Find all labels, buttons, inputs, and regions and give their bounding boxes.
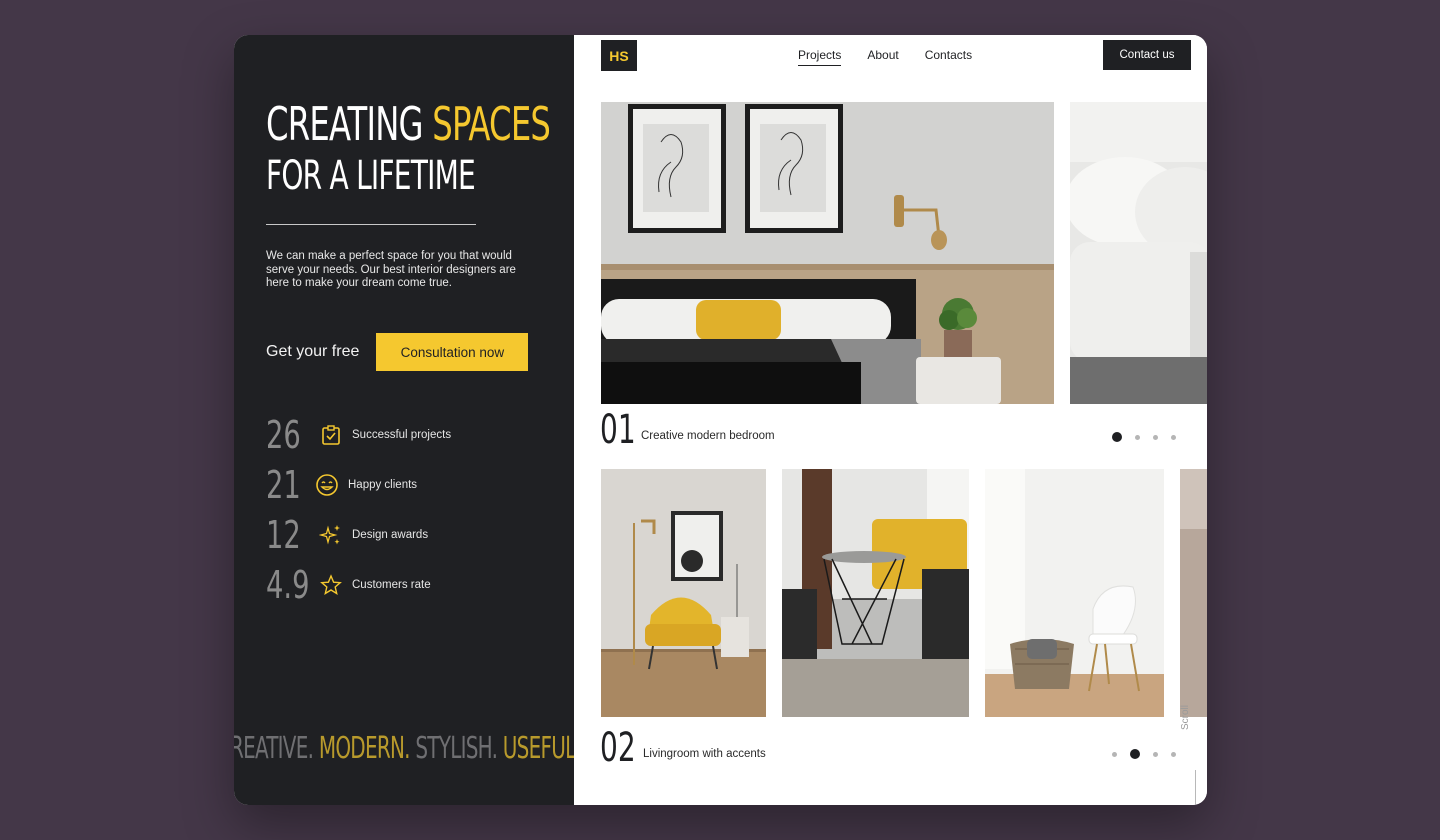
consultation-button[interactable]: Consultation now [376, 333, 529, 371]
tagline-word: USEFUL. [502, 731, 574, 766]
carousel-dot[interactable] [1153, 751, 1158, 757]
stat-value: 12 [266, 513, 301, 557]
project-number: 01 [600, 407, 636, 453]
stat-label: Happy clients [348, 479, 418, 491]
carousel-dot[interactable] [1171, 434, 1176, 440]
stat-value: 21 [266, 463, 301, 507]
cta-text: Get your free [266, 343, 360, 360]
scroll-indicator-line [1195, 770, 1196, 805]
stat-value: 26 [266, 413, 301, 457]
contact-us-button[interactable]: Contact us [1103, 40, 1191, 70]
hero-panel: CREATING SPACES FOR A LIFETIME We can ma… [234, 35, 574, 805]
stat-label: Customers rate [352, 579, 431, 591]
tagline-word: MODERN. [318, 731, 411, 766]
scroll-indicator-label[interactable]: Scroll [1180, 705, 1191, 730]
stat-label: Successful projects [352, 429, 452, 441]
carousel-dot[interactable] [1130, 749, 1140, 759]
carousel-dots-1 [1112, 432, 1189, 442]
headline-word-spaces: SPACES [432, 97, 551, 151]
project-number: 02 [600, 725, 636, 771]
project-image-white-chair[interactable] [985, 469, 1164, 717]
carousel-dot[interactable] [1171, 751, 1176, 757]
project-image-coffee-table[interactable] [782, 469, 969, 717]
stat-label: Design awards [352, 529, 429, 541]
carousel-dot[interactable] [1135, 434, 1140, 440]
nav-about[interactable]: About [867, 48, 898, 66]
hero-divider [266, 224, 476, 225]
main-nav: Projects About Contacts [798, 48, 998, 66]
carousel-dot[interactable] [1112, 432, 1122, 442]
cta-row: Get your free Consultation now [266, 333, 529, 371]
tagline-word: STYLISH. [415, 731, 498, 766]
project-title: Creative modern bedroom [641, 430, 775, 442]
project-image-bedroom[interactable] [601, 102, 1054, 404]
project-image-partial[interactable] [1180, 469, 1207, 717]
tagline-marquee: REATIVE. MODERN. STYLISH. USEFUL. [234, 731, 574, 766]
star-icon [318, 572, 344, 598]
carousel-dots-2 [1112, 749, 1189, 759]
clipboard-check-icon [318, 422, 344, 448]
carousel-dot[interactable] [1153, 434, 1158, 440]
stat-design-awards: 12 Design awards [266, 510, 526, 560]
stat-happy-clients: 21 Happy clients [266, 460, 526, 510]
logo[interactable]: HS [601, 40, 637, 71]
nav-projects[interactable]: Projects [798, 48, 842, 66]
nav-contacts[interactable]: Contacts [925, 48, 972, 66]
project-image-sofa[interactable] [1070, 102, 1207, 404]
stat-successful-projects: 26 Successful projects [266, 410, 526, 460]
project-title: Livingroom with accents [643, 748, 766, 760]
sparkles-icon [318, 522, 344, 548]
headline-word-creating: CREATING [266, 97, 424, 151]
project-image-armchair[interactable] [601, 469, 766, 717]
tagline-word: REATIVE. [234, 731, 314, 766]
app-frame: CREATING SPACES FOR A LIFETIME We can ma… [234, 35, 1207, 805]
stat-customers-rate: 4.9 Customers rate [266, 560, 526, 610]
headline-line-2: FOR A LIFETIME [266, 153, 476, 199]
hero-description: We can make a perfect space for you that… [266, 250, 516, 289]
stat-value: 4.9 [266, 563, 310, 607]
smile-icon [314, 472, 340, 498]
carousel-dot[interactable] [1112, 751, 1117, 757]
hero-headline: CREATING SPACES FOR A LIFETIME [266, 97, 574, 201]
projects-panel: HS Projects About Contacts Contact us 01… [574, 35, 1207, 805]
